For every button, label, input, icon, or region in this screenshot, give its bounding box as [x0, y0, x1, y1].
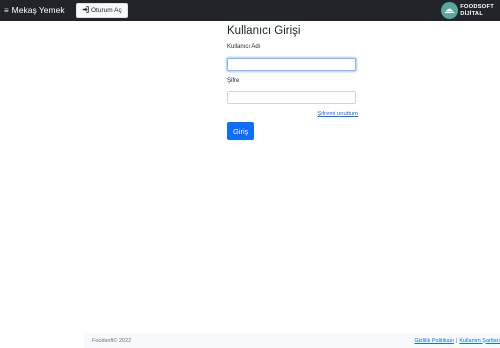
footer-separator: |	[455, 337, 458, 344]
login-submit-button[interactable]: Giriş	[227, 122, 255, 140]
forgot-password-row: Şifremi unuttum	[227, 111, 358, 117]
footer: Foodsoft© 2022 Gizlilik Politikası | Kul…	[84, 333, 500, 348]
privacy-policy-link[interactable]: Gizlilik Politikası	[414, 338, 453, 344]
logo-text: FOODSOFT DİJİTAL	[460, 4, 494, 17]
navbar-brand[interactable]: ≡ Mekaş Yemek	[4, 5, 65, 15]
copyright-text: Foodsoft© 2022	[92, 337, 132, 344]
username-input[interactable]	[227, 57, 356, 71]
foodsoft-logo: FOODSOFT DİJİTAL	[441, 1, 494, 20]
brand-name[interactable]: Mekaş Yemek	[12, 5, 65, 15]
username-label: Kullanıcı Adı	[227, 44, 261, 50]
footer-links: Gizlilik Politikası | Kullanım Şartları	[414, 338, 500, 344]
sign-in-icon	[82, 6, 89, 15]
logo-line-2: DİJİTAL	[460, 10, 484, 17]
top-navbar: ≡ Mekaş Yemek Oturum Aç FOODSOFT DİJİTAL	[0, 0, 500, 21]
login-button[interactable]: Oturum Aç	[76, 3, 128, 18]
logo-line-1: FOODSOFT	[460, 4, 494, 10]
password-label: Şifre	[227, 77, 240, 84]
forgot-password-link[interactable]: Şifremi unuttum	[317, 111, 358, 117]
page-title: Kullanıcı Girişi	[227, 25, 301, 37]
login-form: Kullanıcı Girişi Kullanıcı Adı Şifre Şif…	[227, 25, 358, 140]
logo-emblem-icon	[441, 2, 459, 19]
login-button-label: Oturum Aç	[91, 7, 122, 14]
hamburger-icon[interactable]: ≡	[4, 6, 9, 15]
password-input[interactable]	[227, 91, 356, 104]
terms-of-use-link[interactable]: Kullanım Şartları	[459, 338, 500, 344]
